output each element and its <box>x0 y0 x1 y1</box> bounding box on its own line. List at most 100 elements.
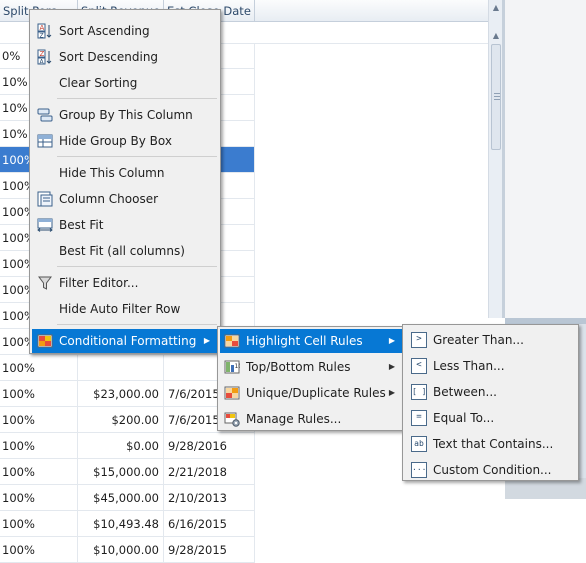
menu-separator <box>57 98 217 99</box>
custom-condition-icon: ... <box>411 462 427 478</box>
conditional-formatting-icon <box>37 334 53 348</box>
submenu-arrow-icon: ▶ <box>388 336 395 345</box>
menu-item-hide-this-column[interactable]: Hide This Column <box>32 161 218 185</box>
menu-item-best-fit[interactable]: Best Fit <box>32 213 218 237</box>
menu-item-column-chooser[interactable]: Column Chooser <box>32 187 218 211</box>
cell-split-revenue[interactable]: $10,493.48 <box>78 511 164 537</box>
menu-label: Conditional Formatting <box>59 334 197 348</box>
cell-split-perc[interactable]: 100% <box>0 433 78 459</box>
greater-than-icon: > <box>411 332 427 348</box>
submenu-arrow-icon: ▶ <box>203 336 210 345</box>
menu-label: Group By This Column <box>59 108 193 122</box>
menu-label: Top/Bottom Rules <box>246 360 351 374</box>
menu-item-custom-condition[interactable]: ... Custom Condition... <box>405 458 576 482</box>
menu-item-greater-than[interactable]: > Greater Than... <box>405 328 576 352</box>
menu-item-between[interactable]: [ ] Between... <box>405 380 576 404</box>
menu-item-equal-to[interactable]: = Equal To... <box>405 406 576 430</box>
menu-label: Best Fit (all columns) <box>59 244 185 258</box>
svg-text:A: A <box>40 24 45 32</box>
sort-ascending-icon: A Z <box>37 23 52 39</box>
cell-split-revenue[interactable] <box>78 355 164 381</box>
cell-est-close-date[interactable]: 6/16/2015 <box>164 511 255 537</box>
cell-split-perc[interactable]: 100% <box>0 355 78 381</box>
menu-item-manage-rules[interactable]: Manage Rules... <box>220 407 403 431</box>
menu-item-best-fit-all-columns[interactable]: Best Fit (all columns) <box>32 239 218 263</box>
cell-split-perc[interactable]: 100% <box>0 381 78 407</box>
menu-item-clear-sorting[interactable]: Clear Sorting <box>32 71 218 95</box>
vertical-scrollbar[interactable]: ▲ ▲ <box>488 0 503 318</box>
menu-label: Between... <box>433 385 497 399</box>
menu-item-hide-group-by-box[interactable]: Hide Group By Box <box>32 129 218 153</box>
between-icon: [ ] <box>411 384 427 400</box>
conditional-formatting-submenu: Highlight Cell Rules ▶ 10 Top/Bottom Rul… <box>217 326 406 431</box>
menu-label: Text that Contains... <box>433 437 554 451</box>
menu-item-hide-auto-filter-row[interactable]: Hide Auto Filter Row <box>32 297 218 321</box>
menu-label: Less Than... <box>433 359 505 373</box>
menu-label: Column Chooser <box>59 192 159 206</box>
menu-item-sort-ascending[interactable]: A Z Sort Ascending <box>32 19 218 43</box>
menu-item-sort-descending[interactable]: Z A Sort Descending <box>32 45 218 69</box>
column-context-menu: A Z Sort Ascending Z A Sort Descending C… <box>29 9 221 354</box>
menu-label: Filter Editor... <box>59 276 139 290</box>
table-row[interactable]: 100% $45,000.00 2/10/2013 <box>0 485 255 511</box>
menu-label: Hide Auto Filter Row <box>59 302 181 316</box>
cell-est-close-date[interactable]: 9/28/2015 <box>164 537 255 563</box>
menu-label: Custom Condition... <box>433 463 552 477</box>
menu-item-filter-editor[interactable]: Filter Editor... <box>32 271 218 295</box>
submenu-arrow-icon: ▶ <box>388 388 395 397</box>
highlight-cell-rules-icon <box>224 334 240 348</box>
menu-label: Best Fit <box>59 218 104 232</box>
text-contains-icon: ab <box>411 436 427 452</box>
cell-split-revenue[interactable]: $45,000.00 <box>78 485 164 511</box>
menu-item-less-than[interactable]: < Less Than... <box>405 354 576 378</box>
cell-split-perc[interactable]: 100% <box>0 485 78 511</box>
table-row[interactable]: 100% $10,000.00 9/28/2015 <box>0 537 255 563</box>
menu-label: Hide This Column <box>59 166 165 180</box>
cell-split-perc[interactable]: 100% <box>0 537 78 563</box>
menu-separator <box>57 266 217 267</box>
scroll-up-arrow-icon[interactable]: ▲ <box>489 28 503 44</box>
submenu-arrow-icon: ▶ <box>388 362 395 371</box>
menu-label: Highlight Cell Rules <box>246 334 363 348</box>
cell-est-close-date[interactable]: 2/21/2018 <box>164 459 255 485</box>
menu-item-conditional-formatting[interactable]: Conditional Formatting ▶ <box>32 329 218 353</box>
cell-split-revenue[interactable]: $15,000.00 <box>78 459 164 485</box>
group-by-icon <box>37 108 53 122</box>
less-than-icon: < <box>411 358 427 374</box>
scroll-thumb[interactable] <box>491 44 501 150</box>
menu-label: Manage Rules... <box>246 412 342 426</box>
unique-duplicate-icon <box>224 386 240 400</box>
table-row[interactable]: 100% $10,493.48 6/16/2015 <box>0 511 255 537</box>
menu-item-text-that-contains[interactable]: ab Text that Contains... <box>405 432 576 456</box>
menu-label: Greater Than... <box>433 333 524 347</box>
cell-split-perc[interactable]: 100% <box>0 459 78 485</box>
cell-split-revenue[interactable]: $200.00 <box>78 407 164 433</box>
cell-est-close-date[interactable]: 2/10/2013 <box>164 485 255 511</box>
scroll-up-icon[interactable]: ▲ <box>489 0 503 16</box>
top-bottom-rules-icon: 10 <box>224 360 241 374</box>
sort-descending-icon: Z A <box>37 49 52 65</box>
menu-item-group-by-this-column[interactable]: Group By This Column <box>32 103 218 127</box>
cell-split-perc[interactable]: 100% <box>0 407 78 433</box>
menu-item-unique-duplicate-rules[interactable]: Unique/Duplicate Rules ▶ <box>220 381 403 405</box>
cell-split-revenue[interactable]: $10,000.00 <box>78 537 164 563</box>
group-box-icon <box>37 134 53 148</box>
equal-to-icon: = <box>411 410 427 426</box>
highlight-cell-rules-submenu: > Greater Than... < Less Than... [ ] Bet… <box>402 324 579 481</box>
menu-item-highlight-cell-rules[interactable]: Highlight Cell Rules ▶ <box>220 329 403 353</box>
cell-est-close-date[interactable]: 9/28/2016 <box>164 433 255 459</box>
column-chooser-icon <box>37 191 53 207</box>
cell-split-revenue[interactable]: $0.00 <box>78 433 164 459</box>
cell-split-revenue[interactable]: $23,000.00 <box>78 381 164 407</box>
menu-item-top-bottom-rules[interactable]: 10 Top/Bottom Rules ▶ <box>220 355 403 379</box>
table-row[interactable]: 100% $15,000.00 2/21/2018 <box>0 459 255 485</box>
svg-text:10: 10 <box>235 363 241 370</box>
filter-icon <box>38 276 52 290</box>
menu-label: Sort Descending <box>59 50 159 64</box>
menu-label: Hide Group By Box <box>59 134 172 148</box>
menu-label: Unique/Duplicate Rules <box>246 386 386 400</box>
table-row[interactable]: 100% $0.00 9/28/2016 <box>0 433 255 459</box>
manage-rules-icon <box>224 412 240 427</box>
best-fit-icon <box>37 218 53 232</box>
cell-split-perc[interactable]: 100% <box>0 511 78 537</box>
